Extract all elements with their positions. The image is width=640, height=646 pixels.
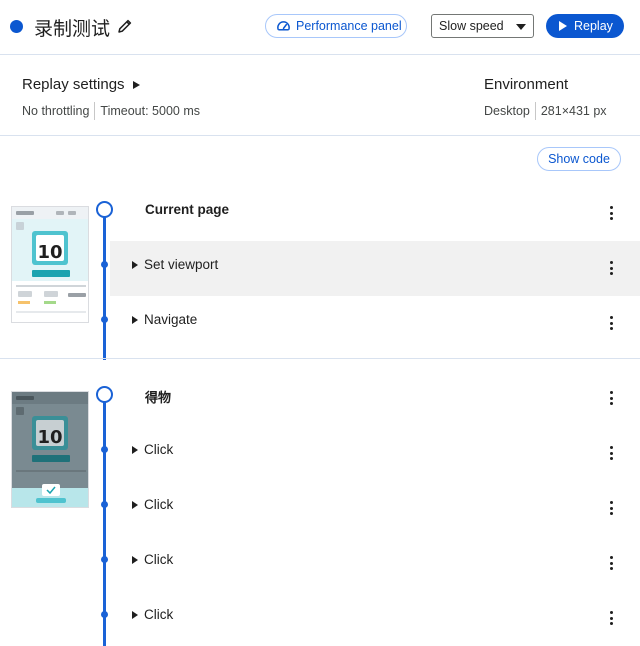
triangle-right-icon [132,500,138,509]
step-marker-dot [101,556,108,563]
timeline-line [103,217,106,360]
separator [534,102,536,120]
kebab-menu-icon[interactable] [609,391,613,405]
environment-size: 281×431 px [540,104,607,118]
step-row-click[interactable]: Click [132,607,173,622]
triangle-right-icon [132,260,138,269]
kebab-menu-icon[interactable] [609,446,613,460]
step-marker-dot [101,316,108,323]
performance-panel-button[interactable]: Performance panel [265,14,407,38]
section-title[interactable]: 得物 [145,387,171,406]
recording-title: 录制测试 [34,18,111,40]
step-row-click[interactable]: Click [132,497,173,512]
replay-label: Replay [574,19,613,33]
kebab-menu-icon[interactable] [609,501,613,515]
step-label: Click [144,442,174,457]
environment-title: Environment [484,76,569,93]
kebab-menu-icon[interactable] [609,316,613,330]
thumbnail-number: 10 [37,242,62,263]
replay-settings-panel: Replay settings No throttling Timeout: 5… [0,56,640,136]
kebab-menu-icon[interactable] [609,261,613,275]
section-marker-circle [96,201,113,218]
kebab-menu-icon[interactable] [609,556,613,570]
show-code-button[interactable]: Show code [537,147,621,171]
step-marker-dot [101,611,108,618]
section-marker-circle [96,386,113,403]
triangle-right-icon [132,610,138,619]
throttling-value: No throttling [22,104,90,118]
replay-settings-values: No throttling Timeout: 5000 ms [22,102,200,120]
thumbnail-number: 10 [37,427,62,448]
environment-device: Desktop [484,104,530,118]
recording-header: 录制测试 Performance panel Slow speed Replay [0,0,640,55]
step-marker-dot [101,261,108,268]
gauge-icon [277,20,290,31]
step-row-set-viewport[interactable]: Set viewport [132,257,218,272]
section-divider [0,358,640,359]
replay-speed-value: Slow speed [439,19,504,33]
replay-button[interactable]: Replay [546,14,624,38]
step-label: Click [144,607,174,622]
section-screenshot-thumbnail: 10 [11,391,89,508]
step-marker-dot [101,501,108,508]
step-marker-dot [101,446,108,453]
environment-values: Desktop 281×431 px [484,102,607,120]
pencil-icon[interactable] [116,17,134,35]
timeout-value: Timeout: 5000 ms [100,104,200,118]
triangle-right-icon [132,445,138,454]
step-label: Click [144,497,174,512]
section-title[interactable]: Current page [145,202,229,217]
triangle-right-icon [132,555,138,564]
triangle-right-icon [132,80,140,89]
step-label: Navigate [144,312,198,327]
section-screenshot-thumbnail: 10 [11,206,89,323]
timeline-line [103,400,106,646]
caret-down-icon [516,24,526,30]
recording-status-dot [10,20,23,33]
replay-speed-select[interactable]: Slow speed [431,14,534,38]
step-label: Click [144,552,174,567]
step-row-navigate[interactable]: Navigate [132,312,197,327]
replay-settings-title: Replay settings [22,76,125,93]
play-icon [559,21,567,31]
triangle-right-icon [132,315,138,324]
kebab-menu-icon[interactable] [609,611,613,625]
performance-panel-label: Performance panel [296,19,402,33]
step-row-click[interactable]: Click [132,552,173,567]
kebab-menu-icon[interactable] [609,206,613,220]
replay-settings-toggle[interactable]: Replay settings [22,76,140,93]
separator [94,102,96,120]
step-label: Set viewport [144,257,219,272]
step-row-click[interactable]: Click [132,442,173,457]
